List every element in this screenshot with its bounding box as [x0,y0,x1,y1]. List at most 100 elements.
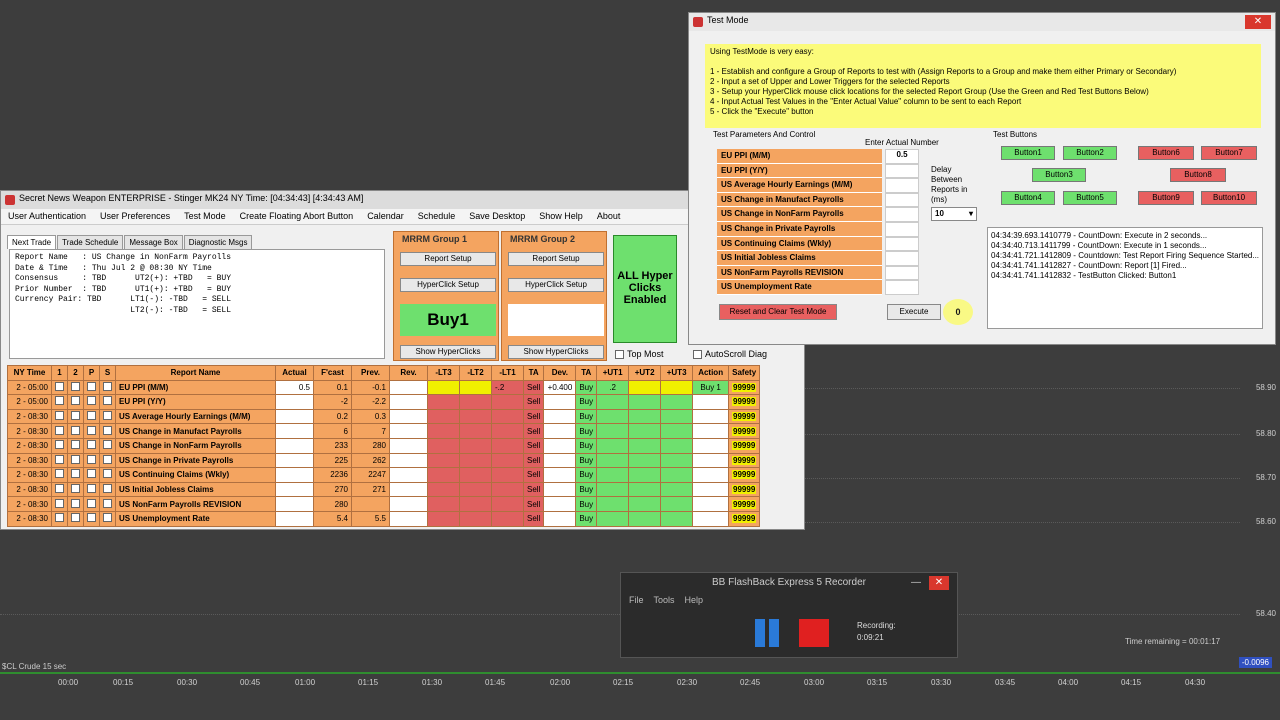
delay-select[interactable]: 10 ▾ [931,207,977,221]
test-button-2[interactable]: Button2 [1063,146,1117,160]
menu-schedule[interactable]: Schedule [411,209,463,224]
test-button-5[interactable]: Button5 [1063,191,1117,205]
row-checkbox[interactable] [99,379,116,396]
row-checkbox[interactable] [99,481,116,498]
checkbox-box[interactable] [693,349,702,359]
test-button-9[interactable]: Button9 [1138,191,1194,205]
autoscroll-checkbox[interactable]: AutoScroll Diag [693,349,767,359]
menu-calendar[interactable]: Calendar [360,209,411,224]
test-button-3[interactable]: Button3 [1032,168,1086,182]
checkbox-box[interactable] [87,469,96,479]
menu-about[interactable]: About [590,209,628,224]
row-checkbox[interactable] [67,423,84,439]
row-checkbox[interactable] [99,510,116,527]
checkbox-box[interactable] [87,440,96,450]
actual-value-input[interactable] [885,280,919,295]
checkbox-box[interactable] [87,454,96,464]
checkbox-box[interactable] [71,484,80,494]
checkbox-box[interactable] [55,513,64,523]
test-button-8[interactable]: Button8 [1170,168,1226,182]
row-checkbox[interactable] [83,481,100,498]
row-checkbox[interactable] [51,408,68,425]
close-icon[interactable]: ✕ [1245,15,1271,29]
tab-trade-schedule[interactable]: Trade Schedule [57,235,124,249]
row-checkbox[interactable] [51,437,68,454]
checkbox-box[interactable] [71,381,80,391]
execute-button[interactable]: Execute [887,304,941,320]
menu-floating-abort[interactable]: Create Floating Abort Button [233,209,361,224]
row-checkbox[interactable] [83,394,100,410]
test-button-7[interactable]: Button7 [1201,146,1257,160]
table-row[interactable]: 2 - 05:00 EU PPI (Y/Y) -2 -2.2 Sell Buy 99999 [7,394,761,410]
table-row[interactable]: 2 - 08:30 US Initial Jobless Claims 270 271… [7,481,761,498]
row-checkbox[interactable] [67,379,84,396]
checkbox-box[interactable] [103,381,112,391]
checkbox-box[interactable] [87,425,96,435]
table-row[interactable]: 2 - 08:30 US NonFarm Payrolls REVISION 280… [7,496,761,512]
row-checkbox[interactable] [51,423,68,439]
row-checkbox[interactable] [99,496,116,512]
checkbox-box[interactable] [87,381,96,391]
checkbox-box[interactable] [55,396,64,406]
group-1-hyperclick-setup-button[interactable]: HyperClick Setup [400,278,496,292]
table-row[interactable]: 2 - 08:30 US Average Hourly Earnings (M/M… [7,408,761,425]
row-checkbox[interactable] [99,467,116,483]
actual-value-input[interactable]: 0.5 [885,149,919,164]
table-row[interactable]: 2 - 05:00 EU PPI (M/M) 0.5 0.1 -0.1 -.2 Sell +0… [7,379,761,396]
row-checkbox[interactable] [67,467,84,483]
recorder-menu-tools[interactable]: Tools [654,595,675,605]
row-checkbox[interactable] [83,452,100,469]
actual-value-input[interactable] [885,265,919,281]
row-checkbox[interactable] [51,467,68,483]
checkbox-box[interactable] [103,440,112,450]
checkbox-box[interactable] [103,498,112,508]
checkbox-box[interactable] [55,440,64,450]
checkbox-box[interactable] [55,469,64,479]
checkbox-box[interactable] [55,498,64,508]
row-checkbox[interactable] [83,510,100,527]
row-checkbox[interactable] [99,394,116,410]
checkbox-box[interactable] [55,425,64,435]
checkbox-box[interactable] [71,469,80,479]
row-checkbox[interactable] [67,408,84,425]
checkbox-box[interactable] [71,513,80,523]
group-1-show-hyperclicks-button[interactable]: Show HyperClicks [400,345,496,359]
row-checkbox[interactable] [51,496,68,512]
row-checkbox[interactable] [67,394,84,410]
checkbox-box[interactable] [87,513,96,523]
actual-value-input[interactable] [885,207,919,222]
row-checkbox[interactable] [51,481,68,498]
table-row[interactable]: 2 - 08:30 US Change in Private Payrolls 22… [7,452,761,469]
test-button-4[interactable]: Button4 [1001,191,1055,205]
row-checkbox[interactable] [67,452,84,469]
row-checkbox[interactable] [99,437,116,454]
actual-value-input[interactable] [885,163,919,179]
recorder-menu-help[interactable]: Help [685,595,704,605]
checkbox-box[interactable] [87,396,96,406]
row-checkbox[interactable] [67,510,84,527]
checkbox-box[interactable] [71,498,80,508]
row-checkbox[interactable] [83,379,100,396]
recorder-titlebar[interactable]: BB FlashBack Express 5 Recorder — ✕ [621,573,957,593]
group-2-hyperclick-setup-button[interactable]: HyperClick Setup [508,278,604,292]
group-1-report-setup-button[interactable]: Report Setup [400,252,496,266]
checkbox-box[interactable] [615,349,624,359]
checkbox-box[interactable] [71,425,80,435]
checkbox-box[interactable] [55,411,64,421]
table-row[interactable]: 2 - 08:30 US Change in NonFarm Payrolls 23… [7,437,761,454]
actual-value-input[interactable] [885,221,919,237]
tab-next-trade[interactable]: Next Trade [7,235,57,249]
row-checkbox[interactable] [83,496,100,512]
checkbox-box[interactable] [87,484,96,494]
checkbox-box[interactable] [87,411,96,421]
row-checkbox[interactable] [83,437,100,454]
pause-button[interactable] [755,619,779,647]
group-2-report-setup-button[interactable]: Report Setup [508,252,604,266]
test-button-10[interactable]: Button10 [1201,191,1257,205]
test-titlebar[interactable]: Test Mode ✕ [689,13,1275,31]
row-checkbox[interactable] [67,481,84,498]
actual-value-input[interactable] [885,236,919,252]
checkbox-box[interactable] [103,396,112,406]
checkbox-box[interactable] [71,411,80,421]
row-checkbox[interactable] [99,408,116,425]
